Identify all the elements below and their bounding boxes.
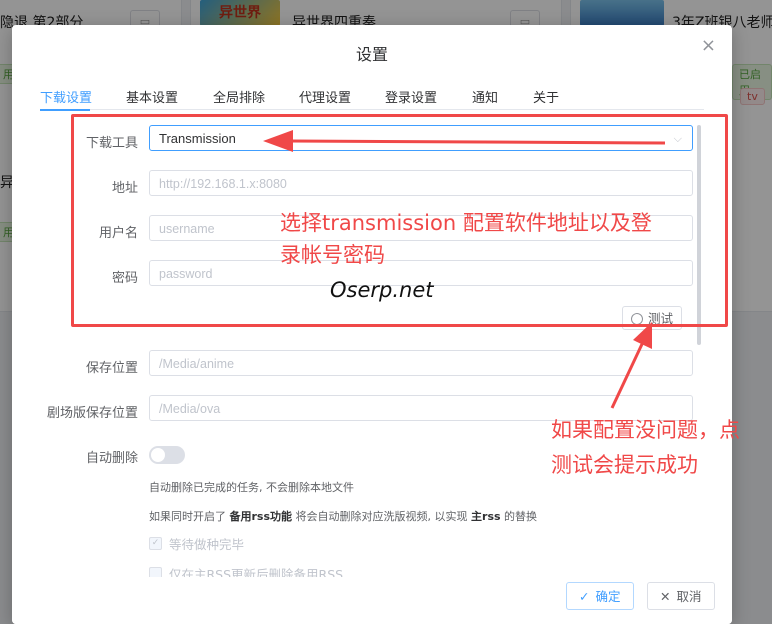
backup-hint-middle: 将会自动删除对应洗版视频, 以实现	[292, 510, 472, 523]
tab-about[interactable]: 关于	[533, 87, 559, 106]
close-small-icon: ✕	[660, 589, 671, 604]
check-icon: ✓	[579, 589, 590, 604]
auto-delete-switch[interactable]	[149, 446, 185, 464]
tab-basic-settings[interactable]: 基本设置	[126, 87, 178, 106]
tab-global-exclude[interactable]: 全局排除	[213, 87, 265, 106]
tab-login-settings[interactable]: 登录设置	[385, 87, 437, 106]
backup-rss-hint: 如果同时开启了 备用rss功能 将会自动删除对应洗版视频, 以实现 主rss 的…	[149, 508, 537, 524]
switch-knob	[151, 448, 165, 462]
annotation-main-line-2: 录帐号密码	[280, 243, 385, 267]
confirm-button[interactable]: ✓ 确定	[566, 582, 634, 610]
annotation-side-line-1: 如果配置没问题，点	[551, 418, 740, 442]
settings-tabs: 下载设置 基本设置 全局排除 代理设置 登录设置 通知 关于	[40, 87, 704, 111]
backup-hint-bold-1: 备用rss功能	[229, 510, 293, 523]
confirm-label: 确定	[595, 589, 621, 604]
watermark-text: Oserp.net	[330, 278, 434, 302]
backup-hint-prefix: 如果同时开启了	[149, 510, 230, 523]
backup-hint-bold-2: 主rss	[471, 510, 501, 523]
cancel-label: 取消	[676, 589, 702, 604]
active-tab-indicator	[40, 109, 90, 111]
wait-seeding-checkbox[interactable]: ✓	[149, 537, 162, 550]
movie-save-path-label: 剧场版保存位置	[46, 406, 138, 421]
wait-seeding-label: 等待做种完毕	[169, 537, 245, 552]
tab-notifications[interactable]: 通知	[472, 87, 498, 106]
tab-download-settings[interactable]: 下载设置	[40, 87, 92, 106]
annotation-side-line-2: 测试会提示成功	[551, 453, 698, 477]
save-path-label: 保存位置	[85, 361, 138, 376]
auto-delete-label: 自动删除	[85, 451, 138, 466]
backup-hint-suffix: 的替换	[500, 510, 538, 523]
save-path-input[interactable]: /Media/anime	[149, 350, 693, 376]
cancel-button[interactable]: ✕ 取消	[647, 582, 715, 610]
dialog-title: 设置	[355, 45, 388, 64]
tab-proxy-settings[interactable]: 代理设置	[299, 87, 351, 106]
annotation-main-line-1: 选择transmission 配置软件地址以及登	[280, 211, 652, 235]
auto-delete-hint: 自动删除已完成的任务, 不会删除本地文件	[149, 481, 354, 494]
close-icon[interactable]: ×	[701, 37, 716, 55]
